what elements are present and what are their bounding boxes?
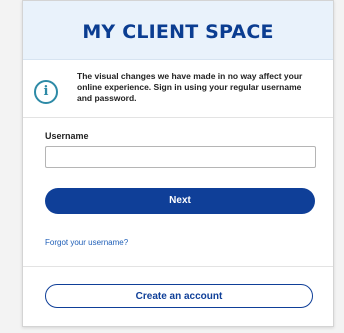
notice-text: The visual changes we have made in no wa… <box>77 71 303 103</box>
divider <box>23 266 333 267</box>
username-input[interactable] <box>45 146 316 168</box>
page-title: MY CLIENT SPACE <box>82 21 274 43</box>
divider <box>23 117 333 118</box>
info-icon: i <box>34 80 58 104</box>
header-banner: MY CLIENT SPACE <box>23 1 333 60</box>
login-card: MY CLIENT SPACE i The visual changes we … <box>22 0 334 327</box>
username-label: Username <box>45 131 89 141</box>
create-account-button[interactable]: Create an account <box>45 284 313 308</box>
next-button[interactable]: Next <box>45 188 315 214</box>
forgot-username-link[interactable]: Forgot your username? <box>45 238 128 247</box>
